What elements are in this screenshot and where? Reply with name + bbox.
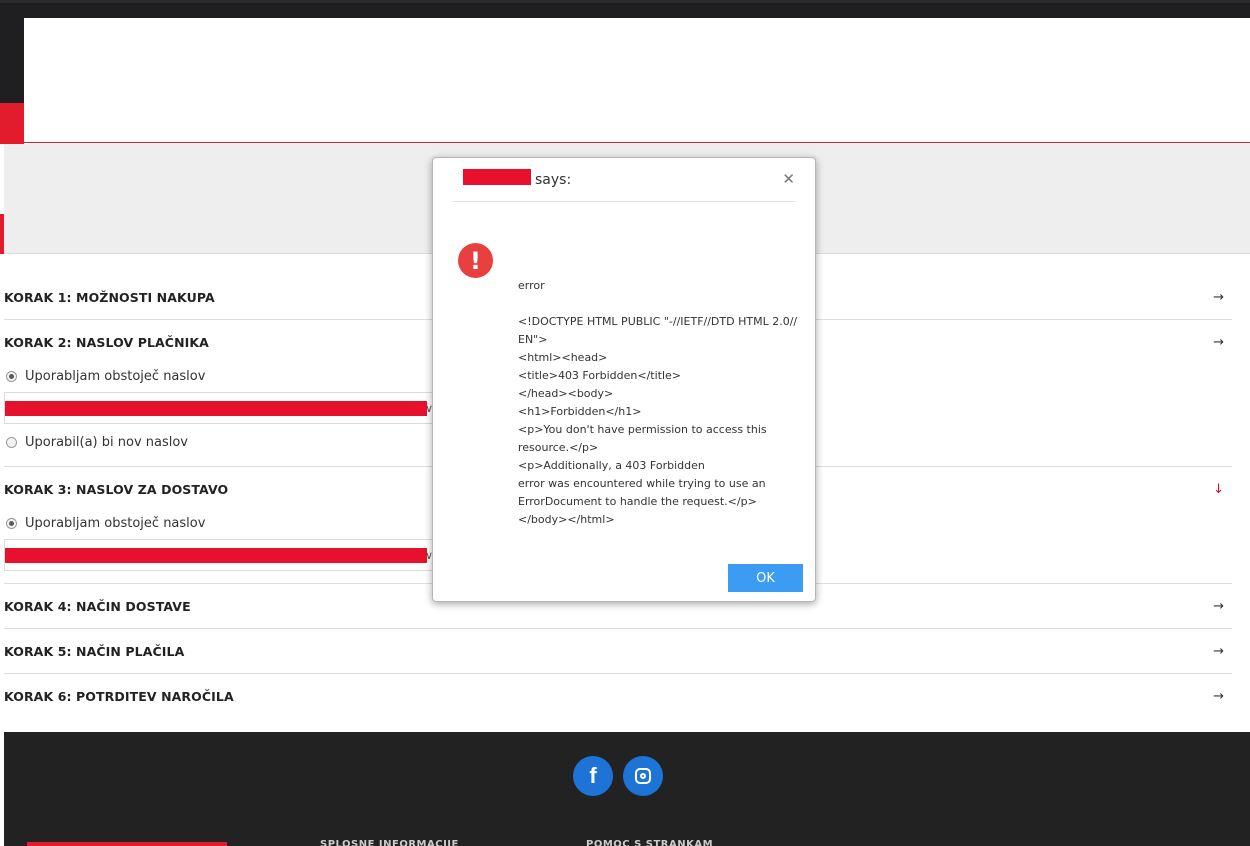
facebook-icon[interactable]: f xyxy=(573,756,613,796)
billing-address-select[interactable]: ∨ xyxy=(4,392,434,424)
close-icon[interactable]: ✕ xyxy=(782,171,795,187)
site-footer: f SPLOŠNE INFORMACIJE POMOČ S STRANKAM xyxy=(4,732,1250,846)
step-5-header[interactable]: KORAK 5: NAČIN PLAČILA → xyxy=(4,629,1232,673)
step-6-title: KORAK 6: POTRDITEV NAROČILA xyxy=(4,688,234,704)
alert-dialog: says: ✕ ! error <!DOCTYPE HTML PUBLIC "-… xyxy=(432,157,816,602)
existing-address-radio[interactable] xyxy=(6,370,17,382)
new-address-label: Uporabil(a) bi nov naslov xyxy=(25,434,189,450)
arrow-right-icon: → xyxy=(1213,334,1224,350)
step-4-title: KORAK 4: NAČIN DOSTAVE xyxy=(4,598,191,614)
ok-button[interactable]: OK xyxy=(728,564,803,592)
left-dark-edge xyxy=(0,18,24,103)
site-header xyxy=(24,18,1250,143)
arrow-right-icon: → xyxy=(1213,598,1224,614)
left-red-marker xyxy=(0,214,4,254)
existing-shipping-address-radio[interactable] xyxy=(6,517,17,529)
error-icon: ! xyxy=(458,243,493,278)
footer-col-customer-help: POMOČ S STRANKAM xyxy=(586,840,714,846)
arrow-right-icon: → xyxy=(1213,688,1224,704)
step-2-title: KORAK 2: NASLOV PLAČNIKA xyxy=(4,334,209,350)
dialog-message: error <!DOCTYPE HTML PUBLIC "-//IETF//DT… xyxy=(518,279,798,526)
step-1-title: KORAK 1: MOŽNOSTI NAKUPA xyxy=(4,289,215,305)
instagram-glyph xyxy=(635,768,651,784)
footer-logo[interactable] xyxy=(27,842,227,846)
step-6: KORAK 6: POTRDITEV NAROČILA → xyxy=(4,674,1232,718)
step-3-title: KORAK 3: NASLOV ZA DOSTAVO xyxy=(4,481,229,497)
redacted-address xyxy=(5,548,427,563)
step-5-title: KORAK 5: NAČIN PLAČILA xyxy=(4,643,185,659)
browser-top-strip xyxy=(0,0,1250,18)
dialog-says-label: says: xyxy=(535,172,572,188)
shipping-address-select[interactable]: ∨ xyxy=(4,539,434,571)
existing-address-label: Uporabljam obstoječ naslov xyxy=(25,368,206,384)
arrow-down-icon: ↓ xyxy=(1213,481,1224,497)
top-strip-accent xyxy=(0,0,1250,3)
step-5: KORAK 5: NAČIN PLAČILA → xyxy=(4,629,1232,674)
footer-col-general-info: SPLOŠNE INFORMACIJE xyxy=(320,840,459,846)
arrow-right-icon: → xyxy=(1213,289,1224,305)
new-address-radio[interactable] xyxy=(6,436,17,448)
dialog-header: says: ✕ xyxy=(453,158,795,202)
step-6-header[interactable]: KORAK 6: POTRDITEV NAROČILA → xyxy=(4,674,1232,718)
instagram-icon[interactable] xyxy=(623,756,663,796)
existing-shipping-address-label: Uporabljam obstoječ naslov xyxy=(25,515,206,531)
arrow-right-icon: → xyxy=(1213,643,1224,659)
redacted-address xyxy=(5,401,427,416)
redacted-site-origin xyxy=(463,169,531,185)
left-red-edge xyxy=(0,103,24,144)
